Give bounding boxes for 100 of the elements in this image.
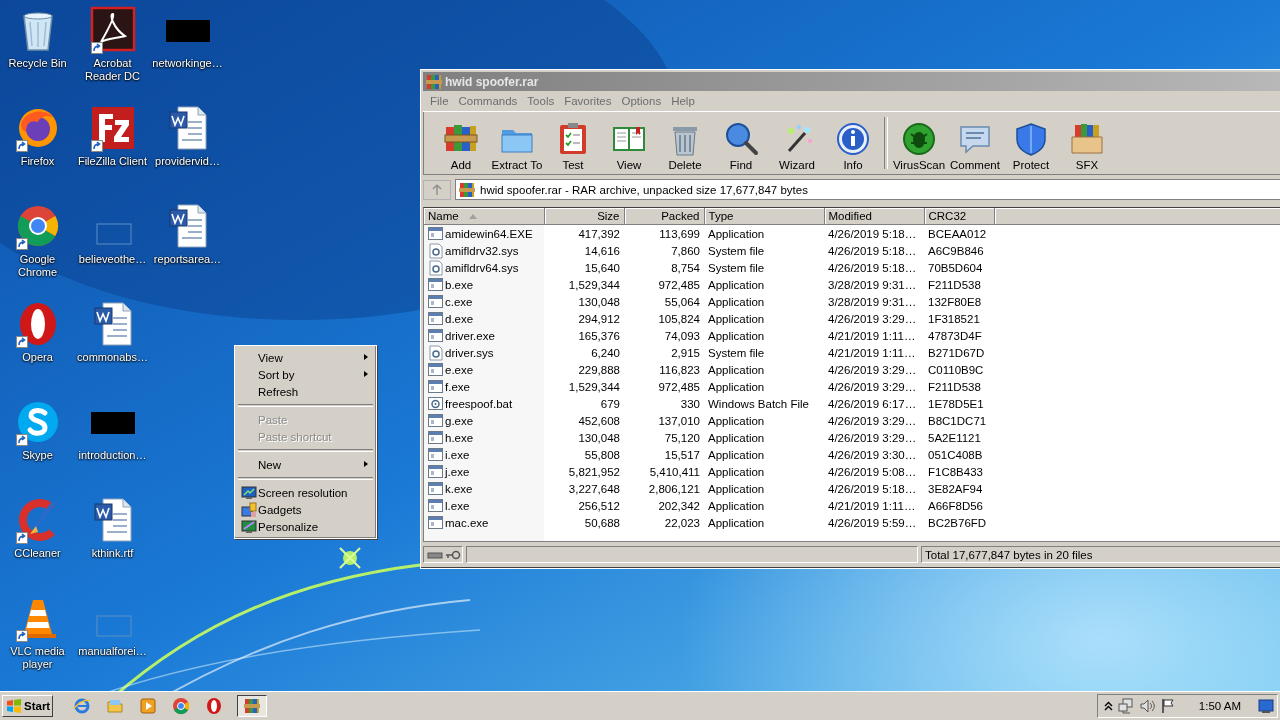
- file-name[interactable]: g.exe: [445, 414, 474, 427]
- menu-item[interactable]: New: [237, 456, 374, 473]
- toolbar-button[interactable]: Find: [713, 118, 769, 174]
- toolbar-button[interactable]: Extract To: [489, 118, 545, 174]
- icon-label[interactable]: networkinge…: [151, 57, 224, 70]
- icon-label[interactable]: commonabs…: [76, 351, 149, 364]
- icon-label[interactable]: FileZilla Client: [76, 155, 149, 168]
- toolbar-button[interactable]: SFX: [1059, 118, 1115, 174]
- toolbar-button[interactable]: Delete: [657, 118, 713, 174]
- icon-label[interactable]: Firefox: [1, 155, 74, 168]
- icon-label[interactable]: CCleaner: [1, 547, 74, 560]
- file-name[interactable]: b.exe: [445, 278, 474, 291]
- toolbar-button[interactable]: Wizard: [769, 118, 825, 174]
- file-name[interactable]: freespoof.bat: [445, 397, 513, 410]
- icon-label[interactable]: Google Chrome: [1, 253, 74, 279]
- archive-icon: [459, 181, 475, 198]
- icon-label[interactable]: introduction…: [76, 449, 149, 462]
- table-cell: 47873D4F: [928, 329, 982, 342]
- menu-item[interactable]: Refresh: [237, 383, 374, 400]
- file-name[interactable]: amidewin64.EXE: [445, 227, 533, 240]
- speaker-icon[interactable]: [1138, 698, 1155, 714]
- column-header[interactable]: Modified: [824, 208, 924, 225]
- clock[interactable]: 1:50 AM: [1198, 700, 1241, 712]
- shield-icon: [1013, 121, 1049, 157]
- table-cell: Windows Batch File: [708, 397, 809, 410]
- column-header[interactable]: Type: [704, 208, 824, 225]
- icon-label[interactable]: kthink.rtf: [76, 547, 149, 560]
- icon-label[interactable]: Recycle Bin: [1, 57, 74, 70]
- table-cell: System file: [708, 261, 765, 274]
- file-name[interactable]: l.exe: [445, 499, 470, 512]
- menu-item[interactable]: Gadgets: [237, 501, 374, 518]
- file-name[interactable]: driver.sys: [445, 346, 494, 359]
- file-name[interactable]: i.exe: [445, 448, 470, 461]
- menu-item[interactable]: Tools: [522, 95, 560, 107]
- toolbar-button[interactable]: Info: [825, 118, 881, 174]
- menu-item[interactable]: Screen resolution: [237, 484, 374, 501]
- table-cell: Application: [708, 448, 765, 461]
- column-header[interactable]: Size: [544, 208, 624, 225]
- table-cell: Application: [708, 312, 765, 325]
- pdf-app-icon[interactable]: [88, 6, 137, 54]
- address-field[interactable]: hwid spoofer.rar - RAR archive, unpacked size 17,677,847 bytes: [455, 179, 1280, 200]
- icon-label[interactable]: Acrobat Reader DC: [76, 57, 149, 83]
- table-cell: 229,888: [578, 363, 620, 376]
- toolbar-button[interactable]: Add: [433, 118, 489, 174]
- icon-label[interactable]: believeothe…: [76, 253, 149, 266]
- table-cell: 55,064: [664, 295, 700, 308]
- file-name[interactable]: driver.exe: [445, 329, 495, 342]
- table-cell: 105,824: [658, 312, 700, 325]
- table-cell: 3/28/2019 9:31…: [828, 278, 917, 291]
- menu-item[interactable]: Commands: [453, 95, 523, 107]
- table-cell: B8C1DC71: [928, 414, 987, 427]
- icon-label[interactable]: VLC media player: [1, 645, 74, 671]
- file-name[interactable]: mac.exe: [445, 516, 489, 529]
- menu-item[interactable]: Favorites: [559, 95, 617, 107]
- toolbar-button[interactable]: Test: [545, 118, 601, 174]
- column-header[interactable]: CRC32: [924, 208, 994, 225]
- menu-item[interactable]: Personalize: [237, 518, 374, 535]
- icon-label[interactable]: Opera: [1, 351, 74, 364]
- status-text: Total 17,677,847 bytes in 20 files: [925, 548, 1093, 561]
- toolbar-button[interactable]: Comment: [947, 118, 1003, 174]
- chevron-icon[interactable]: [1103, 701, 1113, 711]
- table-cell: 452,608: [578, 414, 620, 427]
- start-button[interactable]: Start: [2, 695, 53, 717]
- toolbar-button[interactable]: Protect: [1003, 118, 1059, 174]
- table-cell: Application: [708, 380, 765, 393]
- file-name[interactable]: j.exe: [445, 465, 470, 478]
- table-cell: F211D538: [928, 380, 981, 393]
- key-icon: [445, 549, 461, 560]
- column-header[interactable]: Name: [424, 208, 544, 225]
- icon-label[interactable]: Skype: [1, 449, 74, 462]
- table-cell: 165,376: [578, 329, 620, 342]
- file-name[interactable]: d.exe: [445, 312, 474, 325]
- toolbar-button[interactable]: VirusScan: [891, 118, 947, 174]
- table-cell: Application: [708, 465, 765, 478]
- file-name[interactable]: c.exe: [445, 295, 473, 308]
- column-header[interactable]: Packed: [624, 208, 704, 225]
- menu-item[interactable]: Options: [616, 95, 667, 107]
- file-name[interactable]: k.exe: [445, 482, 473, 495]
- table-cell: 3,227,648: [568, 482, 620, 495]
- table-cell: 4/21/2019 1:11…: [828, 499, 916, 512]
- show-desktop-icon[interactable]: [1258, 698, 1274, 714]
- file-name[interactable]: amifldrv64.sys: [445, 261, 519, 274]
- archive-icon: [426, 73, 442, 90]
- table-cell: F211D538: [928, 278, 981, 291]
- browser-icon: [205, 697, 223, 715]
- gadgets-icon: [241, 501, 257, 518]
- flag-icon[interactable]: [1159, 698, 1176, 714]
- icon-label[interactable]: manualforei…: [76, 645, 149, 658]
- icon-label[interactable]: providervid…: [151, 155, 224, 168]
- table-cell: 256,512: [578, 499, 620, 512]
- table-cell: 5,821,952: [568, 465, 620, 478]
- taskbar-button[interactable]: [237, 695, 267, 717]
- icon-label[interactable]: reportsarea…: [151, 253, 224, 266]
- menu-item[interactable]: Sort by: [237, 366, 374, 383]
- file-name[interactable]: amifldrv32.sys: [445, 244, 519, 257]
- file-name[interactable]: f.exe: [445, 380, 470, 393]
- menu-item[interactable]: View: [237, 349, 374, 366]
- file-name[interactable]: h.exe: [445, 431, 474, 444]
- file-name[interactable]: e.exe: [445, 363, 474, 376]
- toolbar-button[interactable]: View: [601, 118, 657, 174]
